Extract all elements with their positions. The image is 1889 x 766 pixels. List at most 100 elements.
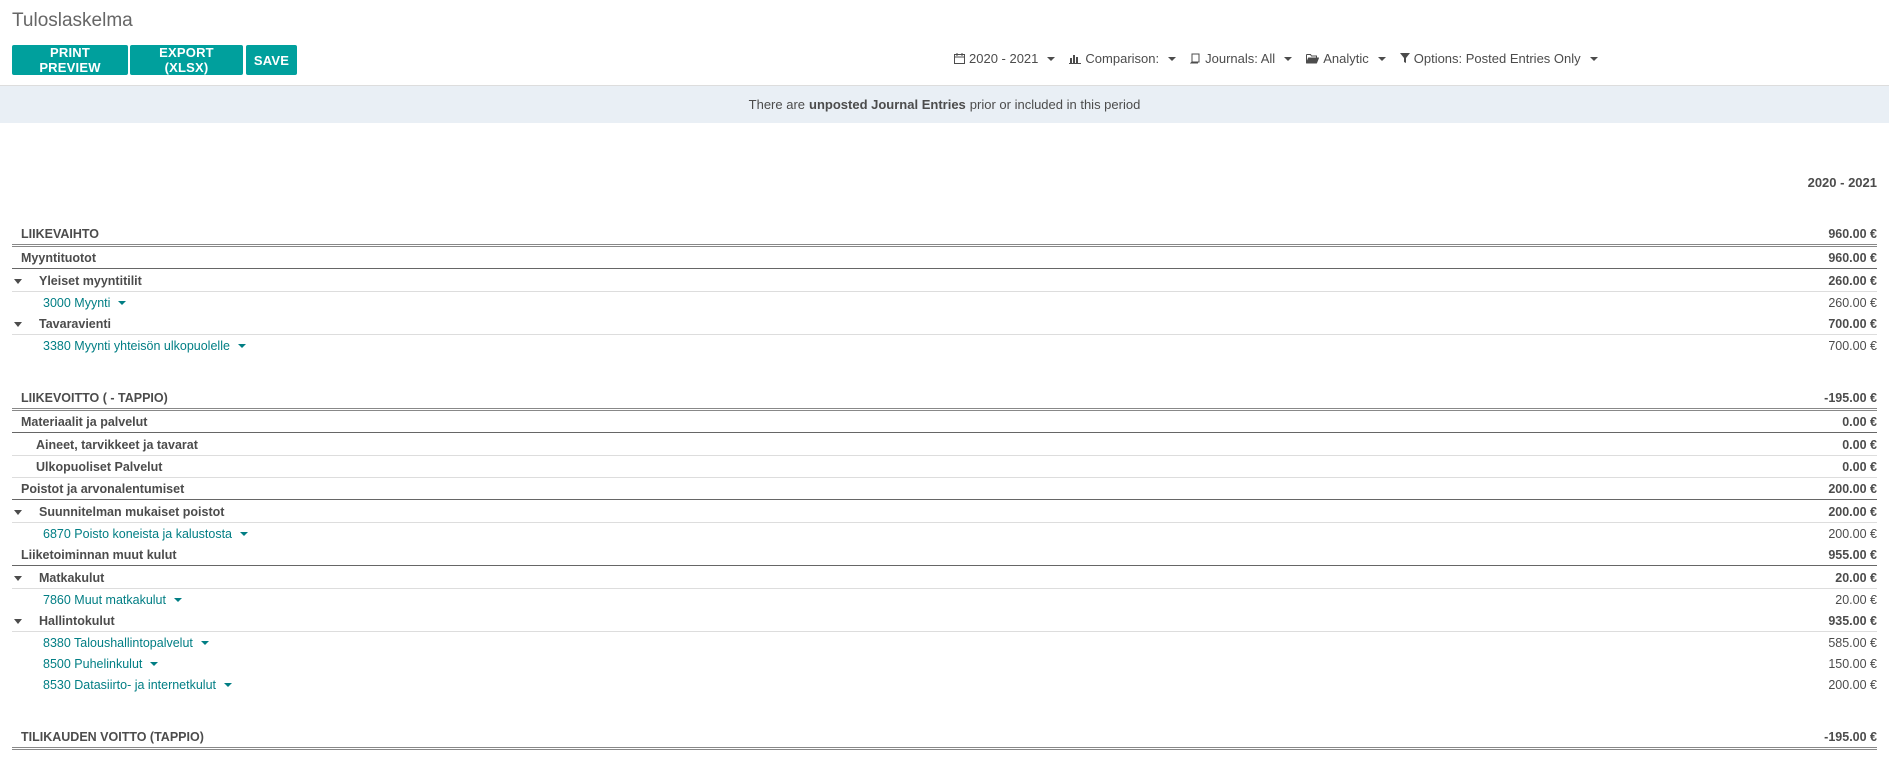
collapse-caret-icon[interactable] xyxy=(14,322,22,327)
page-title: Tuloslaskelma xyxy=(12,10,133,31)
account-link[interactable]: 3380 Myynti yhteisön ulkopuolelle xyxy=(43,339,246,353)
report-row-tavaravienti[interactable]: Tavaravienti 700.00 € xyxy=(12,314,1877,335)
account-link[interactable]: 6870 Poisto koneista ja kalustosta xyxy=(43,527,249,541)
column-header-period: 2020 - 2021 xyxy=(1807,175,1877,190)
account-dropdown-icon[interactable] xyxy=(118,301,127,305)
filter-icon xyxy=(1399,53,1410,63)
collapse-caret-icon[interactable] xyxy=(14,279,22,284)
chevron-down-icon xyxy=(1589,56,1598,61)
row-value: 200.00 € xyxy=(1828,527,1877,541)
chevron-down-icon xyxy=(1377,56,1386,61)
report-row-account-6870[interactable]: 6870 Poisto koneista ja kalustosta 200.0… xyxy=(12,524,1877,544)
account-dropdown-icon[interactable] xyxy=(150,662,159,666)
report-row-account-8530[interactable]: 8530 Datasiirto- ja internetkulut 200.00… xyxy=(12,675,1877,695)
folder-open-icon xyxy=(1306,54,1320,64)
row-label: LIIKEVOITTO ( - TAPPIO) xyxy=(21,391,168,405)
report-row-account-8380[interactable]: 8380 Taloushallintopalvelut 585.00 € xyxy=(12,633,1877,653)
collapse-caret-icon[interactable] xyxy=(14,576,22,581)
account-dropdown-icon[interactable] xyxy=(237,344,246,348)
chevron-down-icon xyxy=(1284,56,1293,61)
report-row-hallintokulut[interactable]: Hallintokulut 935.00 € xyxy=(12,611,1877,632)
collapse-caret-icon[interactable] xyxy=(14,619,22,624)
account-label: 6870 Poisto koneista ja kalustosta xyxy=(43,527,233,541)
row-value: 0.00 € xyxy=(1842,438,1877,452)
report-row-myyntituotot: Myyntituotot 960.00 € xyxy=(12,248,1877,269)
account-link[interactable]: 7860 Muut matkakulut xyxy=(43,593,182,607)
save-button[interactable]: SAVE xyxy=(246,45,297,75)
report-row-matkakulut[interactable]: Matkakulut 20.00 € xyxy=(12,568,1877,589)
report-row-poistot: Poistot ja arvonalentumiset 200.00 € xyxy=(12,479,1877,500)
report-row-account-3000[interactable]: 3000 Myynti 260.00 € xyxy=(12,293,1877,313)
row-value: 700.00 € xyxy=(1828,317,1877,331)
account-dropdown-icon[interactable] xyxy=(174,598,182,602)
row-value: 260.00 € xyxy=(1828,296,1877,310)
export-xlsx-button[interactable]: EXPORT (XLSX) xyxy=(130,45,243,75)
row-label: TILIKAUDEN VOITTO (TAPPIO) xyxy=(21,730,204,744)
comparison-filter[interactable]: Comparison: xyxy=(1069,51,1177,66)
account-label: 8380 Taloushallintopalvelut xyxy=(43,636,193,650)
row-value: 150.00 € xyxy=(1828,657,1877,671)
row-value: 20.00 € xyxy=(1835,571,1877,585)
book-icon xyxy=(1190,53,1200,64)
unposted-entries-link[interactable]: unposted Journal Entries xyxy=(809,97,966,112)
row-label: Myyntituotot xyxy=(21,251,96,265)
comparison-filter-label: Comparison: xyxy=(1085,51,1160,66)
row-value: 200.00 € xyxy=(1828,482,1877,496)
row-label: Tavaravienti xyxy=(39,317,112,331)
journals-filter[interactable]: Journals: All xyxy=(1190,51,1293,66)
row-label: Suunnitelman mukaiset poistot xyxy=(39,505,225,519)
row-label: Aineet, tarvikkeet ja tavarat xyxy=(36,438,198,452)
options-filter[interactable]: Options: Posted Entries Only xyxy=(1399,51,1598,66)
report-row-suunnitelman-poistot[interactable]: Suunnitelman mukaiset poistot 200.00 € xyxy=(12,502,1877,523)
row-label: Ulkopuoliset Palvelut xyxy=(36,460,163,474)
account-dropdown-icon[interactable] xyxy=(224,683,233,687)
report-row-tilikauden-voitto: TILIKAUDEN VOITTO (TAPPIO) -195.00 € xyxy=(12,727,1877,750)
report-row-account-3380[interactable]: 3380 Myynti yhteisön ulkopuolelle 700.00… xyxy=(12,336,1877,356)
account-label: 7860 Muut matkakulut xyxy=(43,593,166,607)
print-preview-button[interactable]: PRINT PREVIEW xyxy=(12,45,128,75)
account-dropdown-icon[interactable] xyxy=(200,641,209,645)
report-row-muut-kulut: Liiketoiminnan muut kulut 955.00 € xyxy=(12,545,1877,566)
row-value: 960.00 € xyxy=(1828,251,1877,265)
period-filter[interactable]: 2020 - 2021 xyxy=(954,51,1056,66)
chevron-down-icon xyxy=(1047,56,1056,61)
account-link[interactable]: 8380 Taloushallintopalvelut xyxy=(43,636,209,650)
row-value: 955.00 € xyxy=(1828,548,1877,562)
row-label: Matkakulut xyxy=(39,571,105,585)
journals-filter-label: Journals: All xyxy=(1205,51,1276,66)
account-dropdown-icon[interactable] xyxy=(240,532,249,536)
report-row-account-7860[interactable]: 7860 Muut matkakulut 20.00 € xyxy=(12,590,1877,610)
row-value: 700.00 € xyxy=(1828,339,1877,353)
account-label: 8500 Puhelinkulut xyxy=(43,657,143,671)
row-label: Poistot ja arvonalentumiset xyxy=(21,482,185,496)
alert-text-after: prior or included in this period xyxy=(969,97,1141,112)
account-label: 3380 Myynti yhteisön ulkopuolelle xyxy=(43,339,230,353)
row-value: 0.00 € xyxy=(1842,415,1877,429)
report-row-account-8500[interactable]: 8500 Puhelinkulut 150.00 € xyxy=(12,654,1877,674)
account-link[interactable]: 8530 Datasiirto- ja internetkulut xyxy=(43,678,233,692)
report-row-aineet: Aineet, tarvikkeet ja tavarat 0.00 € xyxy=(12,435,1877,456)
report-row-liikevaihto: LIIKEVAIHTO 960.00 € xyxy=(12,224,1877,247)
row-value: 200.00 € xyxy=(1828,505,1877,519)
row-value: 935.00 € xyxy=(1828,614,1877,628)
collapse-caret-icon[interactable] xyxy=(14,510,22,515)
row-value: -195.00 € xyxy=(1824,730,1877,744)
report-row-liikevoitto: LIIKEVOITTO ( - TAPPIO) -195.00 € xyxy=(12,388,1877,411)
row-label: Materiaalit ja palvelut xyxy=(21,415,148,429)
report-row-yleiset-myyntitilit[interactable]: Yleiset myyntitilit 260.00 € xyxy=(12,271,1877,292)
row-value: 0.00 € xyxy=(1842,460,1877,474)
unposted-entries-alert: There are unposted Journal Entries prior… xyxy=(0,86,1889,123)
filter-bar: 2020 - 2021 Comparison: Journals: All An… xyxy=(954,51,1598,66)
account-label: 8530 Datasiirto- ja internetkulut xyxy=(43,678,217,692)
bar-chart-icon xyxy=(1069,55,1082,64)
account-link[interactable]: 8500 Puhelinkulut xyxy=(43,657,159,671)
account-link[interactable]: 3000 Myynti xyxy=(43,296,127,310)
analytic-filter[interactable]: Analytic xyxy=(1306,51,1386,66)
period-filter-label: 2020 - 2021 xyxy=(969,51,1039,66)
calendar-icon xyxy=(954,53,965,64)
analytic-filter-label: Analytic xyxy=(1323,51,1369,66)
report-row-ulkopuoliset: Ulkopuoliset Palvelut 0.00 € xyxy=(12,457,1877,478)
report-row-materiaalit: Materiaalit ja palvelut 0.00 € xyxy=(12,412,1877,433)
row-value: 960.00 € xyxy=(1828,227,1877,241)
alert-text-before: There are xyxy=(748,97,806,112)
